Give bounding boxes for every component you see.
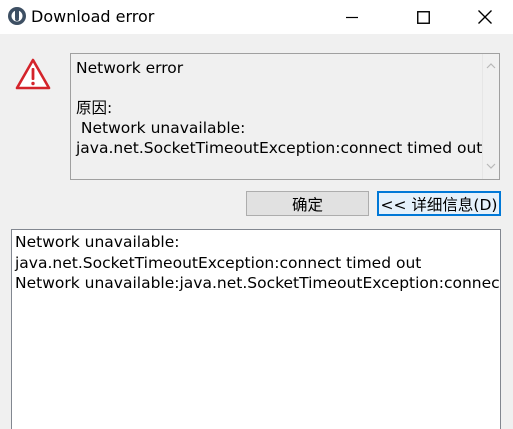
details-text: Network unavailable: java.net.SocketTime… xyxy=(15,232,501,294)
window-title: Download error xyxy=(31,7,155,26)
scroll-up-icon xyxy=(486,63,496,69)
message-box[interactable]: Network error 原因: Network unavailable: j… xyxy=(70,53,500,180)
minimize-button[interactable] xyxy=(329,0,375,34)
close-icon xyxy=(478,10,492,24)
warning-icon xyxy=(15,57,51,91)
message-line: java.net.SocketTimeoutException:connect … xyxy=(76,139,483,157)
details-line: Network unavailable:java.net.SocketTimeo… xyxy=(15,274,501,292)
message-line: Network unavailable: xyxy=(76,119,246,137)
details-line: Network unavailable: xyxy=(15,233,180,251)
message-scrollbar[interactable] xyxy=(482,54,499,179)
scroll-down-icon xyxy=(486,163,496,169)
message-text: Network error 原因: Network unavailable: j… xyxy=(76,58,483,158)
message-line: Network error xyxy=(76,59,184,77)
maximize-icon xyxy=(416,10,430,24)
close-button[interactable] xyxy=(462,0,508,34)
details-toggle-button[interactable]: << 详细信息(D) xyxy=(377,191,501,216)
message-line: 原因: xyxy=(76,99,113,117)
details-text-area[interactable]: Network unavailable: java.net.SocketTime… xyxy=(11,229,501,429)
minimize-icon xyxy=(346,16,358,19)
maximize-button[interactable] xyxy=(400,0,446,34)
app-logo-icon xyxy=(7,6,27,26)
details-line: java.net.SocketTimeoutException:connect … xyxy=(15,253,422,272)
ok-button[interactable]: 确定 xyxy=(246,191,369,216)
title-bar[interactable]: Download error xyxy=(0,0,513,34)
